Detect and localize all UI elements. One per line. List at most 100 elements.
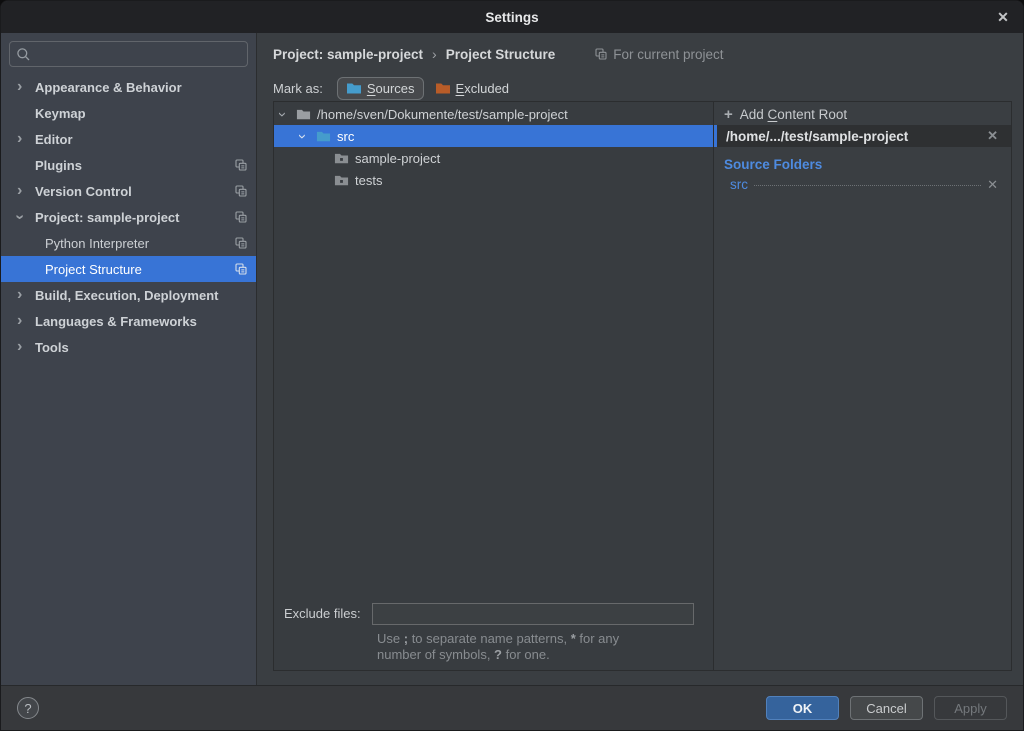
add-content-root-label: Add <box>740 107 768 122</box>
chevron-down-icon <box>17 209 35 225</box>
sidebar-nav: Appearance & Behavior Keymap Editor Plug… <box>1 74 256 360</box>
sidebar-item-build-execution-deployment[interactable]: Build, Execution, Deployment <box>1 282 256 308</box>
content-roots-panel: + Add Content Root /home/.../test/sample… <box>714 102 1011 670</box>
breadcrumb-project[interactable]: Project: sample-project <box>273 47 423 62</box>
sidebar-item-version-control[interactable]: Version Control <box>1 178 256 204</box>
sidebar-item-python-interpreter[interactable]: Python Interpreter <box>1 230 256 256</box>
sidebar-item-plugins[interactable]: Plugins <box>1 152 256 178</box>
tree-row-label: sample-project <box>355 151 440 166</box>
current-project-badge-icon <box>595 48 607 60</box>
chevron-right-icon <box>17 131 35 147</box>
sidebar-item-appearance-behavior[interactable]: Appearance & Behavior <box>1 74 256 100</box>
add-content-root-label: ontent Root <box>777 107 847 122</box>
sidebar-item-label: Python Interpreter <box>45 236 149 251</box>
search-box[interactable] <box>9 41 248 67</box>
sidebar-item-label: Languages & Frameworks <box>35 314 197 329</box>
source-folder-icon <box>316 130 331 143</box>
mark-sources-button[interactable]: Sources <box>337 77 424 100</box>
sources-label: ources <box>376 81 415 96</box>
folder-icon <box>334 152 349 165</box>
chevron-right-icon <box>17 287 35 303</box>
source-folder-row[interactable]: src ✕ <box>730 177 998 193</box>
cancel-button[interactable]: Cancel <box>850 696 923 720</box>
directory-tree-panel: /home/sven/Dokumente/test/sample-project… <box>274 102 714 670</box>
sidebar-item-label: Editor <box>35 132 73 147</box>
exclude-files-hint: Use ; to separate name patterns, * for a… <box>377 631 712 664</box>
scope-note-label: For current project <box>613 47 723 62</box>
scope-note: For current project <box>595 47 723 62</box>
breadcrumb-separator: › <box>432 46 437 62</box>
hint-question: ? <box>494 647 502 662</box>
breadcrumb: Project: sample-project › Project Struct… <box>273 41 724 67</box>
mark-as-label: Mark as: <box>273 81 323 96</box>
mark-excluded-button[interactable]: Excluded <box>426 77 518 100</box>
exclude-files-section: Exclude files: Use ; to separate name pa… <box>274 603 713 666</box>
window-title: Settings <box>485 10 538 25</box>
sidebar-item-label: Keymap <box>35 106 86 121</box>
sidebar-item-label: Build, Execution, Deployment <box>35 288 218 303</box>
plus-icon: + <box>724 106 733 123</box>
current-project-badge-icon <box>235 159 247 171</box>
mark-as-toolbar: Mark as: Sources Excluded <box>273 74 518 102</box>
chevron-right-icon <box>17 313 35 329</box>
sidebar-item-project-structure[interactable]: Project Structure <box>1 256 256 282</box>
dotted-leader <box>754 185 981 186</box>
search-icon <box>16 47 31 62</box>
folder-icon <box>334 174 349 187</box>
structure-panels: /home/sven/Dokumente/test/sample-project… <box>273 101 1012 671</box>
hint-text: for any <box>576 631 619 646</box>
directory-tree: /home/sven/Dokumente/test/sample-project… <box>274 102 713 191</box>
chevron-down-icon[interactable] <box>300 129 316 144</box>
search-input[interactable] <box>35 46 241 63</box>
sources-folder-icon <box>346 82 362 95</box>
sidebar-item-tools[interactable]: Tools <box>1 334 256 360</box>
tree-row-content-root[interactable]: /home/sven/Dokumente/test/sample-project <box>274 103 713 125</box>
sidebar-item-label: Project: sample-project <box>35 210 180 225</box>
breadcrumb-page: Project Structure <box>446 47 556 62</box>
hint-text: number of symbols, <box>377 647 494 662</box>
sidebar-item-keymap[interactable]: Keymap <box>1 100 256 126</box>
remove-source-folder-icon[interactable]: ✕ <box>987 177 998 193</box>
hint-text: Use <box>377 631 404 646</box>
mnemonic: E <box>456 81 465 96</box>
source-folders-title: Source Folders <box>724 157 1011 172</box>
content-root-path: /home/.../test/sample-project <box>726 129 908 144</box>
tree-row-sample-project[interactable]: sample-project <box>274 147 713 169</box>
main-panel: Project: sample-project › Project Struct… <box>258 33 1023 685</box>
help-button[interactable]: ? <box>17 697 39 719</box>
folder-icon <box>296 108 311 121</box>
close-icon[interactable]: ✕ <box>989 1 1017 33</box>
sidebar-item-languages-frameworks[interactable]: Languages & Frameworks <box>1 308 256 334</box>
sidebar-item-label: Plugins <box>35 158 82 173</box>
tree-row-src[interactable]: src <box>274 125 713 147</box>
chevron-right-icon <box>17 79 35 95</box>
chevron-right-icon <box>17 183 35 199</box>
remove-content-root-icon[interactable]: ✕ <box>987 128 998 144</box>
excluded-label: xcluded <box>464 81 509 96</box>
content-root-row[interactable]: /home/.../test/sample-project ✕ <box>714 125 1011 147</box>
tree-row-label: src <box>337 129 354 144</box>
sidebar-item-label: Appearance & Behavior <box>35 80 182 95</box>
current-project-badge-icon <box>235 211 247 223</box>
title-bar: Settings ✕ <box>1 1 1023 33</box>
chevron-down-icon[interactable] <box>280 107 296 122</box>
dialog-footer: ? OK Cancel Apply <box>1 685 1023 730</box>
excluded-folder-icon <box>435 82 451 95</box>
tree-row-label: /home/sven/Dokumente/test/sample-project <box>317 107 568 122</box>
source-folder-name: src <box>730 177 748 192</box>
question-mark-icon: ? <box>24 701 31 716</box>
sidebar-item-label: Project Structure <box>45 262 142 277</box>
current-project-badge-icon <box>235 237 247 249</box>
add-content-root-button[interactable]: + Add Content Root <box>714 103 1011 125</box>
mnemonic: S <box>367 81 376 96</box>
exclude-files-input[interactable] <box>372 603 694 625</box>
settings-dialog: Settings ✕ Appearance & Behavior Keymap <box>0 0 1024 731</box>
current-project-badge-icon <box>235 185 247 197</box>
sidebar-item-editor[interactable]: Editor <box>1 126 256 152</box>
tree-row-label: tests <box>355 173 382 188</box>
tree-row-tests[interactable]: tests <box>274 169 713 191</box>
sidebar-item-project[interactable]: Project: sample-project <box>1 204 256 230</box>
chevron-right-icon <box>17 339 35 355</box>
hint-text: for one. <box>502 647 550 662</box>
ok-button[interactable]: OK <box>766 696 839 720</box>
